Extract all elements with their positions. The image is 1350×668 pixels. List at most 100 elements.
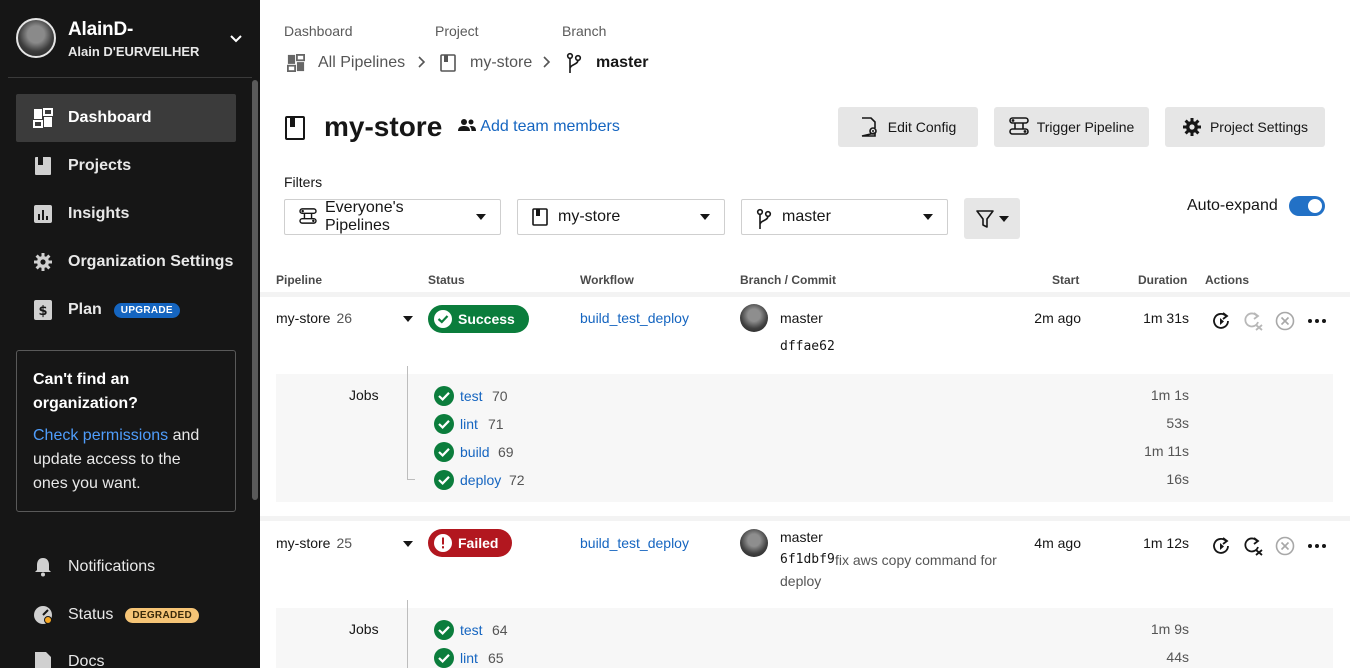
job-link[interactable]: test: [460, 622, 483, 638]
breadcrumb-all-pipelines[interactable]: All Pipelines: [286, 51, 405, 75]
rerun-icon[interactable]: [1210, 535, 1232, 557]
check-circle-icon: [434, 470, 454, 490]
filter-icon: [976, 209, 994, 228]
auto-expand-label: Auto-expand: [1187, 197, 1278, 214]
more-icon[interactable]: [1306, 535, 1328, 557]
job-link[interactable]: build: [460, 444, 490, 460]
sidebar-item-status[interactable]: Status DEGRADED: [16, 591, 236, 639]
upgrade-badge[interactable]: UPGRADE: [113, 302, 180, 318]
commit-hash[interactable]: dffae62: [780, 339, 835, 354]
job-duration: 53s: [1166, 415, 1189, 431]
status-icon: [32, 604, 54, 626]
check-circle-icon: [434, 442, 454, 462]
sidebar-item-projects[interactable]: Projects: [16, 142, 236, 190]
caret-down-icon[interactable]: [403, 316, 413, 322]
rerun-icon[interactable]: [1210, 310, 1232, 332]
breadcrumb-text: my-store: [470, 54, 533, 71]
breadcrumb-text: All Pipelines: [318, 54, 406, 71]
sidebar-item-label: Projects: [68, 157, 132, 174]
project-filter-value: my-store: [558, 208, 621, 225]
pipelines-filter-select[interactable]: Everyone's Pipelines: [284, 199, 501, 235]
pipelines-filter-value: Everyone's Pipelines: [325, 199, 404, 234]
breadcrumb-project[interactable]: my-store: [438, 51, 532, 75]
pipeline-number: 25: [336, 535, 353, 551]
workflow-link[interactable]: build_test_deploy: [580, 310, 689, 326]
duration: 1m 31s: [1143, 310, 1189, 326]
sidebar-item-notifications[interactable]: Notifications: [16, 543, 236, 591]
column-header-workflow: Workflow: [580, 273, 634, 287]
job-number: 65: [488, 650, 504, 666]
status-text: Failed: [458, 535, 499, 551]
job-link[interactable]: lint: [460, 416, 478, 432]
pipeline-name[interactable]: my-store 26: [276, 310, 352, 326]
jobs-label: Jobs: [349, 621, 379, 637]
docs-icon: [32, 651, 54, 668]
user-full-name: Alain D'EURVEILHER: [68, 44, 200, 59]
page-title: my-store: [324, 111, 443, 142]
cancel-icon: [1274, 310, 1296, 332]
check-circle-icon: [434, 620, 454, 640]
alert-circle-icon: [434, 534, 452, 552]
pipeline-icon: [299, 208, 317, 226]
sidebar-item-docs[interactable]: Docs: [16, 638, 236, 668]
sidebar-item-dashboard[interactable]: Dashboard: [16, 94, 236, 142]
insights-icon: [32, 203, 54, 225]
edit-config-button[interactable]: Edit Config: [838, 107, 978, 147]
sidebar-scrollbar[interactable]: [252, 80, 258, 500]
user-menu[interactable]: AlainD- Alain D'EURVEILHER: [16, 18, 252, 60]
trigger-pipeline-label: Trigger Pipeline: [1036, 119, 1135, 135]
status-badge-success[interactable]: Success: [428, 305, 529, 333]
breadcrumb-text: master: [596, 54, 649, 71]
pipeline-name[interactable]: my-store 25: [276, 535, 352, 551]
check-permissions-link[interactable]: Check permissions: [33, 427, 168, 444]
breadcrumb-label-project: Project: [435, 23, 479, 39]
filters-label: Filters: [284, 174, 323, 190]
sidebar-item-plan[interactable]: $ Plan UPGRADE: [16, 286, 236, 334]
branch-name[interactable]: master: [780, 310, 823, 326]
workflow-link[interactable]: build_test_deploy: [580, 535, 689, 551]
job-link[interactable]: test: [460, 388, 483, 404]
avatar: [740, 304, 768, 332]
job-link[interactable]: lint: [460, 650, 478, 666]
job-duration: 44s: [1166, 649, 1189, 665]
branch-name[interactable]: master: [780, 529, 823, 545]
job-number: 64: [492, 622, 508, 638]
column-header-actions: Actions: [1205, 273, 1250, 287]
sidebar-item-organization-settings[interactable]: Organization Settings: [16, 238, 236, 286]
chevron-down-icon[interactable]: [228, 30, 244, 46]
start-time: 4m ago: [1034, 535, 1081, 551]
job-number: 72: [509, 472, 525, 488]
edit-config-icon: [860, 117, 880, 137]
filter-menu-button[interactable]: [964, 198, 1020, 239]
breadcrumb-branch[interactable]: master: [564, 51, 648, 75]
rerun-failed-icon[interactable]: [1242, 535, 1264, 557]
breadcrumb-label-dashboard: Dashboard: [284, 23, 353, 39]
job-link[interactable]: deploy: [460, 472, 501, 488]
trigger-pipeline-button[interactable]: Trigger Pipeline: [994, 107, 1149, 147]
caret-down-icon: [923, 214, 933, 220]
project-icon: [32, 155, 54, 177]
sidebar-item-insights[interactable]: Insights: [16, 190, 236, 238]
job-number: 69: [498, 444, 514, 460]
project-filter-select[interactable]: my-store: [517, 199, 725, 235]
duration: 1m 12s: [1143, 535, 1189, 551]
org-card-title: Can't find an organization?: [33, 371, 138, 412]
row-divider: [260, 292, 1350, 297]
project-settings-label: Project Settings: [1209, 119, 1309, 135]
caret-down-icon[interactable]: [403, 541, 413, 547]
project-settings-button[interactable]: Project Settings: [1165, 107, 1325, 147]
pipeline-project: my-store: [276, 535, 331, 551]
sidebar-item-label: Insights: [68, 205, 130, 222]
main-content: Dashboard Project Branch All Pipelines m…: [260, 0, 1350, 668]
branch-filter-select[interactable]: master: [741, 199, 948, 235]
sidebar-item-label: Dashboard: [68, 109, 152, 126]
app-root: AlainD- Alain D'EURVEILHER Dashboard Pro…: [0, 0, 1350, 668]
caret-down-icon: [999, 215, 1009, 222]
status-badge-failed[interactable]: Failed: [428, 529, 513, 557]
more-icon[interactable]: [1306, 310, 1328, 332]
branch-icon: [564, 52, 584, 73]
caret-down-icon: [700, 214, 710, 220]
sidebar-item-label: Docs: [68, 653, 105, 668]
auto-expand-toggle[interactable]: [1289, 196, 1325, 216]
add-team-members-link[interactable]: Add team members: [458, 118, 620, 136]
